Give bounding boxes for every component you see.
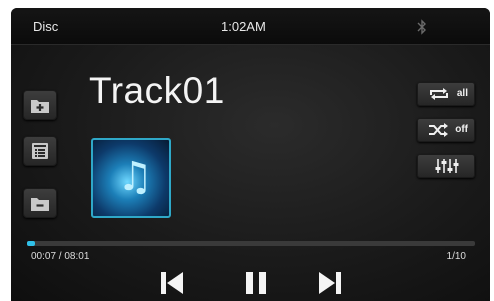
progress-bar[interactable] <box>27 241 475 246</box>
elapsed-time: 00:07 / 08:01 <box>31 251 90 262</box>
previous-button[interactable] <box>159 270 185 296</box>
repeat-button[interactable]: all <box>417 82 475 106</box>
track-counter: 1/10 <box>446 251 466 262</box>
equalizer-button[interactable] <box>417 154 475 178</box>
playlist-button[interactable] <box>23 136 57 166</box>
media-player-screen: Disc 1:02AM Track01 ♫ all off 00:07 / 08… <box>11 8 490 301</box>
track-title: Track01 <box>89 70 225 111</box>
source-label: Disc <box>33 19 59 34</box>
folder-add-icon <box>31 100 49 113</box>
pause-button[interactable] <box>243 270 269 296</box>
repeat-label: all <box>456 88 468 99</box>
clock: 1:02AM <box>221 19 266 34</box>
folder-add-button[interactable] <box>23 90 57 120</box>
bluetooth-icon <box>417 19 426 35</box>
folder-remove-icon <box>31 198 49 211</box>
next-button[interactable] <box>317 270 343 296</box>
shuffle-icon <box>429 123 448 137</box>
folder-remove-button[interactable] <box>23 188 57 218</box>
album-art: ♫ <box>91 138 171 218</box>
shuffle-button[interactable]: off <box>417 118 475 142</box>
shuffle-label: off <box>455 124 468 135</box>
next-icon <box>319 272 335 294</box>
music-note-icon: ♫ <box>117 154 153 200</box>
pause-icon <box>246 272 253 294</box>
equalizer-icon <box>435 159 459 173</box>
repeat-icon <box>430 88 448 100</box>
previous-icon <box>161 272 166 294</box>
progress-fill <box>27 241 35 246</box>
list-icon <box>32 143 48 159</box>
status-bar: Disc 1:02AM <box>11 8 490 45</box>
